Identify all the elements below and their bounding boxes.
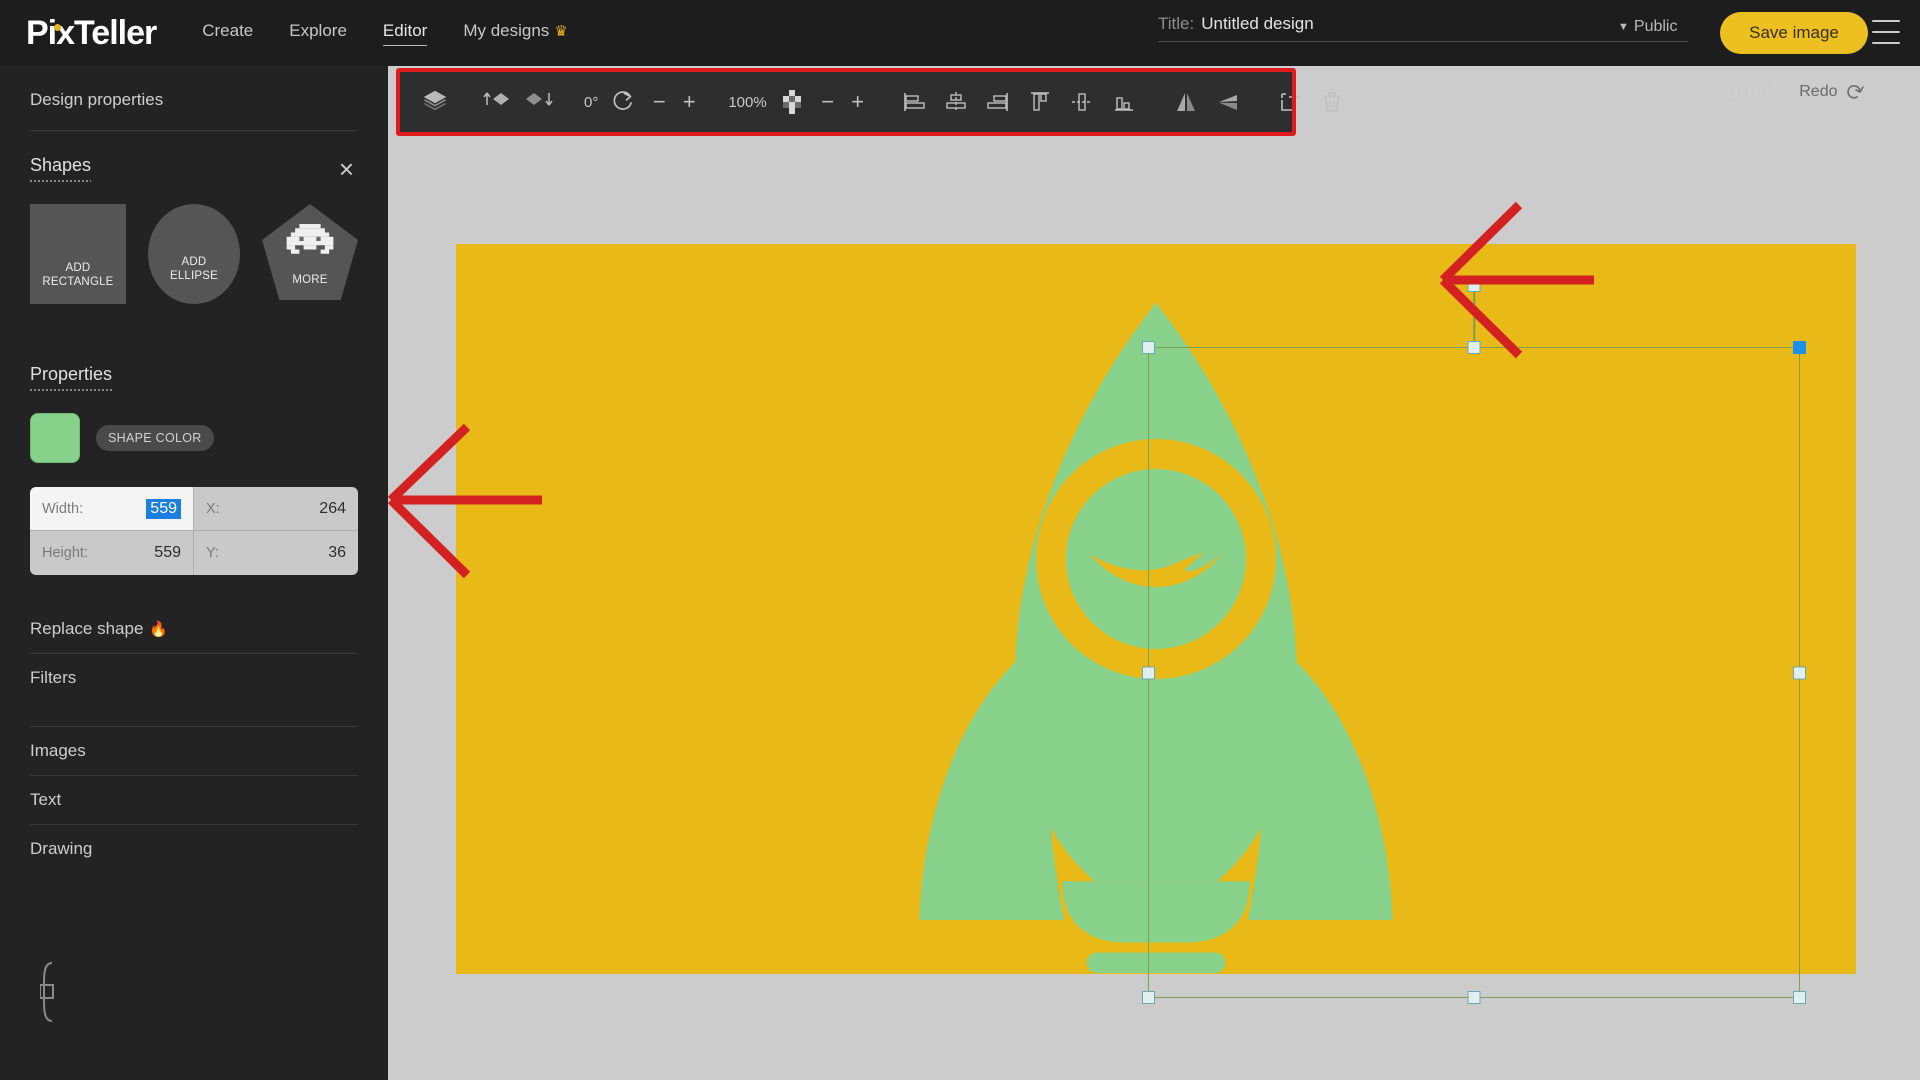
- top-left-resize-handle[interactable]: [1142, 341, 1155, 354]
- crown-icon: ♛: [554, 23, 568, 40]
- main-nav: Create Explore Editor My designs ♛: [202, 21, 568, 46]
- add-rectangle-button[interactable]: ADD RECTANGLE: [30, 204, 126, 304]
- rotate-handle[interactable]: [1467, 279, 1481, 292]
- replace-shape-label: Replace shape: [30, 619, 144, 638]
- top-header: PixTeller Create Explore Editor My desig…: [0, 0, 1920, 66]
- shape-color-swatch[interactable]: [30, 413, 80, 463]
- sidebar-item-filters[interactable]: Filters: [30, 654, 358, 702]
- redo-label: Redo: [1799, 83, 1838, 100]
- logo-dot-icon: [54, 23, 61, 31]
- x-value: 264: [319, 499, 346, 517]
- properties-section-header: Properties: [30, 340, 358, 391]
- add-ellipse-button[interactable]: ADD ELLIPSE: [147, 204, 241, 304]
- y-label: Y:: [206, 545, 219, 561]
- x-label: X:: [206, 500, 220, 517]
- history-controls: Undo Redo: [1720, 82, 1865, 102]
- middle-right-resize-handle[interactable]: [1793, 666, 1806, 679]
- nav-my-designs-label: My designs: [463, 21, 550, 40]
- x-input[interactable]: X: 264: [194, 487, 358, 531]
- bottom-center-resize-handle[interactable]: [1467, 991, 1481, 1004]
- width-input[interactable]: Width: 559: [30, 487, 194, 531]
- shape-buttons-row: ADD RECTANGLE ADD ELLIPSE MORE: [30, 204, 358, 304]
- height-label: Height:: [42, 545, 88, 561]
- redo-button[interactable]: Redo: [1799, 82, 1864, 102]
- chevron-down-icon: ▼: [1618, 21, 1629, 33]
- toolbar-highlight-annotation: [396, 68, 1296, 136]
- height-input[interactable]: Height: 559: [30, 531, 194, 575]
- pixteller-editor-app: PixTeller Create Explore Editor My desig…: [0, 0, 1920, 1080]
- shape-color-label: SHAPE COLOR: [96, 425, 214, 451]
- redo-arrow-icon: [1846, 84, 1864, 99]
- add-rectangle-line1: ADD: [65, 261, 91, 274]
- width-value: 559: [146, 498, 181, 519]
- properties-title: Properties: [30, 364, 113, 391]
- y-input[interactable]: Y: 36: [194, 531, 358, 575]
- sidebar-item-drawing[interactable]: Drawing: [30, 825, 358, 873]
- rotation-stem: [1473, 286, 1475, 348]
- undo-button[interactable]: Undo: [1720, 82, 1785, 102]
- hamburger-menu-icon[interactable]: [1872, 20, 1900, 44]
- title-label: Title:: [1158, 14, 1195, 33]
- width-label: Width:: [42, 500, 84, 517]
- sidebar-item-replace-shape[interactable]: Replace shape 🔥: [30, 605, 358, 653]
- top-right-resize-handle[interactable]: [1793, 341, 1806, 354]
- sidebar-menu: Replace shape 🔥 Filters Images Text Draw…: [30, 605, 358, 873]
- flame-icon: 🔥: [149, 621, 169, 638]
- bottom-right-resize-handle[interactable]: [1793, 991, 1806, 1004]
- trash-icon[interactable]: [1311, 81, 1353, 123]
- design-properties-heading: Design properties: [30, 90, 164, 109]
- more-shapes-label: MORE: [292, 274, 328, 287]
- sidebar-item-images[interactable]: Images: [30, 727, 358, 775]
- space-invader-icon: [286, 224, 334, 254]
- shapes-title: Shapes: [30, 155, 92, 182]
- dimension-fields: Width: 559 X: 264 Height: 559 Y: 36: [30, 487, 358, 575]
- nav-item-my-designs[interactable]: My designs ♛: [463, 21, 567, 45]
- middle-left-resize-handle[interactable]: [1142, 666, 1155, 679]
- add-ellipse-line1: ADD: [181, 255, 207, 268]
- selection-bounding-box[interactable]: [1142, 279, 1806, 1004]
- left-sidebar: Design properties Shapes × ADD RECTANGLE…: [0, 66, 388, 1080]
- title-input[interactable]: [1201, 14, 1622, 34]
- close-icon[interactable]: ×: [339, 156, 354, 182]
- save-image-button[interactable]: Save image: [1720, 12, 1868, 54]
- undo-label: Undo: [1747, 83, 1786, 100]
- nav-item-explore[interactable]: Explore: [289, 21, 347, 45]
- sidebar-item-text[interactable]: Text: [30, 776, 358, 824]
- visibility-label: Public: [1633, 18, 1678, 35]
- add-ellipse-line2: ELLIPSE: [169, 270, 219, 283]
- undo-arrow-icon: [1721, 84, 1738, 99]
- more-shapes-button[interactable]: MORE: [262, 204, 358, 300]
- shapes-section-header: Shapes ×: [30, 131, 358, 182]
- link-dimensions-icon[interactable]: [40, 961, 60, 1023]
- design-title-field[interactable]: Title:: [1158, 14, 1688, 42]
- visibility-selector[interactable]: ▼ Public: [1618, 18, 1677, 36]
- add-rectangle-line2: RECTANGLE: [42, 276, 114, 289]
- app-logo[interactable]: PixTeller: [26, 13, 157, 53]
- y-value: 36: [328, 544, 346, 561]
- logo-text: PixTeller: [26, 13, 157, 52]
- top-center-resize-handle[interactable]: [1467, 341, 1481, 354]
- height-value: 559: [154, 544, 181, 561]
- bottom-left-resize-handle[interactable]: [1142, 991, 1155, 1004]
- nav-item-editor[interactable]: Editor: [382, 21, 428, 46]
- canvas-area[interactable]: Animate − 97% 1:1 Fit +: [388, 66, 1920, 1080]
- shape-color-row: SHAPE COLOR: [30, 413, 358, 463]
- nav-item-create[interactable]: Create: [202, 21, 253, 45]
